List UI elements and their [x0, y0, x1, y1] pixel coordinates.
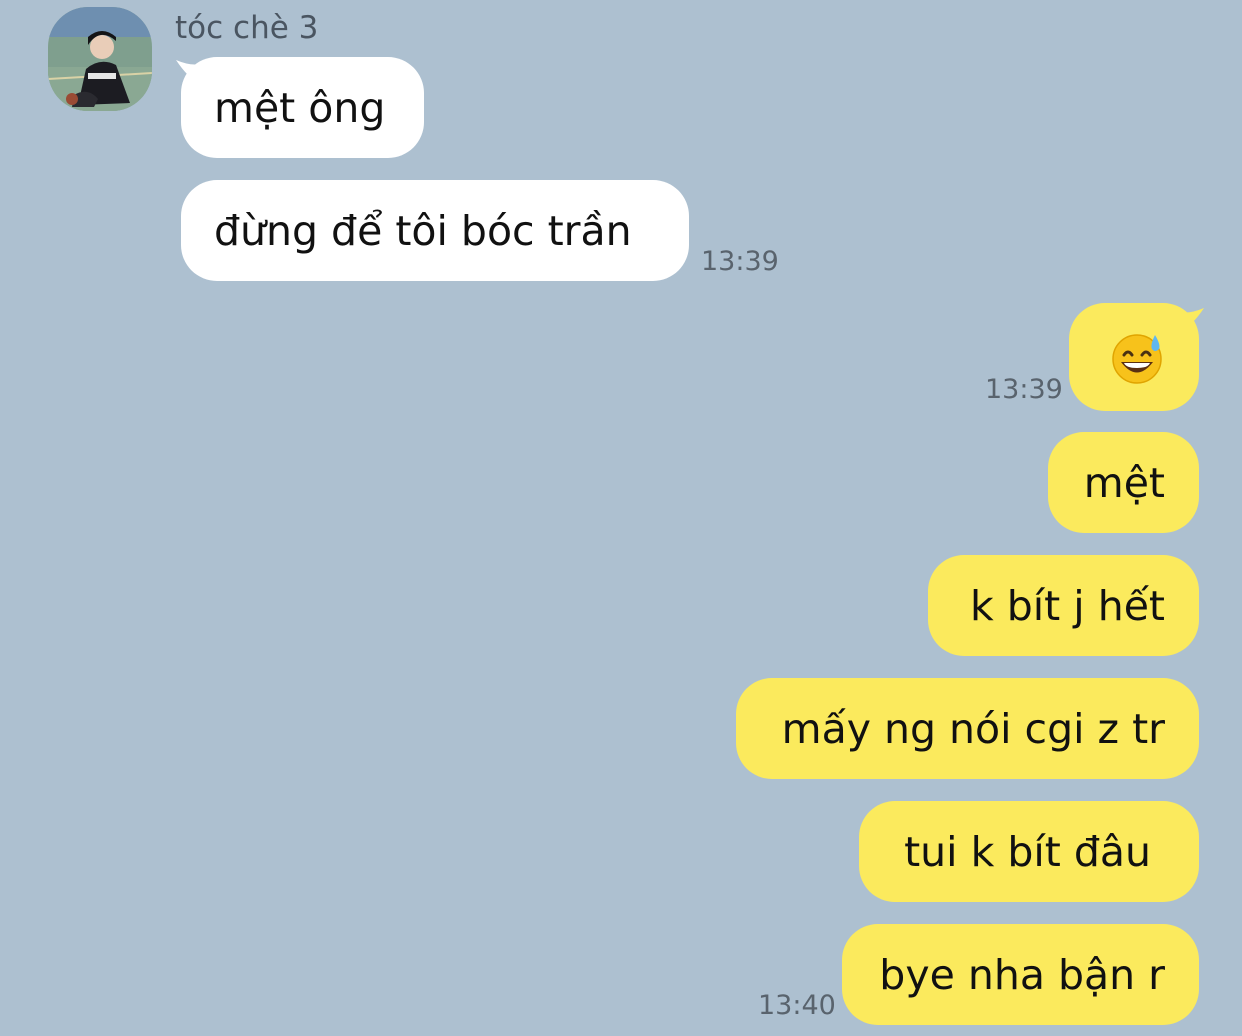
message-text: đừng để tôi bóc trần	[214, 206, 632, 255]
message-bubble-outgoing[interactable]: bye nha bận r	[842, 924, 1199, 1025]
sender-name: tóc chè 3	[175, 10, 319, 46]
message-bubble-outgoing[interactable]: k bít j hết	[928, 555, 1199, 656]
message-timestamp: 13:39	[985, 374, 1063, 405]
sender-avatar[interactable]	[48, 7, 152, 111]
grinning-face-with-sweat-icon	[1112, 334, 1162, 384]
message-bubble-outgoing[interactable]	[1069, 303, 1199, 411]
message-bubble-incoming[interactable]: đừng để tôi bóc trần	[181, 180, 689, 281]
message-text: bye nha bận r	[879, 950, 1165, 999]
message-text: mệt	[1083, 458, 1165, 507]
message-bubble-outgoing[interactable]: tui k bít đâu	[859, 801, 1199, 902]
message-text: k bít j hết	[969, 581, 1165, 630]
message-text: mệt ông	[214, 83, 386, 132]
message-text: tui k bít đâu	[904, 827, 1151, 876]
message-timestamp: 13:40	[758, 990, 836, 1021]
message-bubble-outgoing[interactable]: mấy ng nói cgi z tr	[736, 678, 1199, 779]
message-text: mấy ng nói cgi z tr	[781, 704, 1165, 753]
message-timestamp: 13:39	[701, 246, 779, 277]
message-bubble-outgoing[interactable]: mệt	[1048, 432, 1199, 533]
message-bubble-incoming[interactable]: mệt ông	[181, 57, 424, 158]
